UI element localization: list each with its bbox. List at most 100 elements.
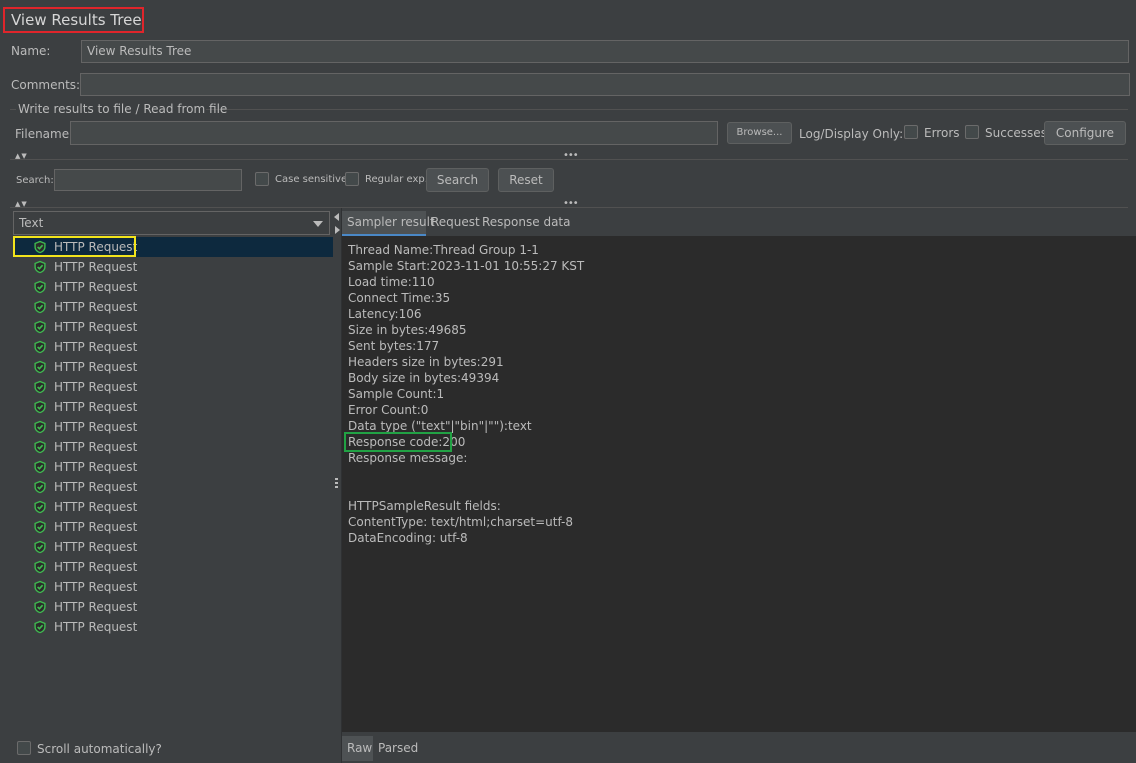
result-line: Connect Time:35 xyxy=(348,291,451,305)
tab-request[interactable]: Request xyxy=(431,211,480,236)
reset-button[interactable]: Reset xyxy=(498,168,554,192)
tree-item[interactable]: HTTP Request xyxy=(13,317,333,337)
result-line: Body size in bytes:49394 xyxy=(348,371,500,385)
result-line: Sample Count:1 xyxy=(348,387,445,401)
shield-check-icon xyxy=(34,320,46,334)
name-field[interactable]: View Results Tree xyxy=(81,40,1129,63)
result-line: ContentType: text/html;charset=utf-8 xyxy=(348,515,573,529)
tree-item-label: HTTP Request xyxy=(54,340,138,354)
split-drag-handle[interactable] xyxy=(335,478,338,490)
search-input[interactable] xyxy=(54,169,242,191)
regular-exp-checkbox[interactable] xyxy=(345,172,359,186)
tree-item[interactable]: HTTP Request xyxy=(13,357,333,377)
renderer-select[interactable]: Text xyxy=(13,211,330,235)
tree-item-label: HTTP Request xyxy=(54,560,138,574)
tab-raw[interactable]: Raw xyxy=(342,736,373,761)
tree-item[interactable]: HTTP Request xyxy=(13,557,333,577)
name-label: Name: xyxy=(11,44,51,58)
browse-button[interactable]: Browse... xyxy=(727,122,792,144)
shield-check-icon xyxy=(34,540,46,554)
configure-button[interactable]: Configure xyxy=(1044,121,1126,145)
tree-item[interactable]: HTTP Request xyxy=(13,297,333,317)
selected-item-highlight xyxy=(13,236,136,257)
tab-sampler-result[interactable]: Sampler result xyxy=(342,211,435,236)
tree-item-label: HTTP Request xyxy=(54,500,138,514)
tree-item-label: HTTP Request xyxy=(54,300,138,314)
successes-checkbox[interactable] xyxy=(965,125,979,139)
search-label: Search: xyxy=(16,175,54,186)
shield-check-icon xyxy=(34,340,46,354)
shield-check-icon xyxy=(34,360,46,374)
tree-item[interactable]: HTTP Request xyxy=(13,577,333,597)
separator-2 xyxy=(10,207,1128,208)
tree-item[interactable]: HTTP Request xyxy=(13,457,333,477)
separator-1 xyxy=(10,159,1128,160)
response-code-highlight xyxy=(344,432,452,452)
result-line: DataEncoding: utf-8 xyxy=(348,531,468,545)
tree-item[interactable]: HTTP Request xyxy=(13,477,333,497)
shield-check-icon xyxy=(34,380,46,394)
tree-item-label: HTTP Request xyxy=(54,380,138,394)
log-display-label: Log/Display Only: xyxy=(799,127,904,141)
shield-check-icon xyxy=(34,500,46,514)
results-tree[interactable]: HTTP Request HTTP Request HTTP Request HTTP… xyxy=(13,237,333,637)
tree-item[interactable]: HTTP Request xyxy=(13,257,333,277)
filename-label: Filename xyxy=(15,127,70,141)
tree-item[interactable]: HTTP Request xyxy=(13,277,333,297)
tree-item-label: HTTP Request xyxy=(54,260,138,274)
errors-checkbox[interactable] xyxy=(904,125,918,139)
renderer-selected-value: Text xyxy=(19,216,44,230)
tree-item-label: HTTP Request xyxy=(54,620,138,634)
tree-item-label: HTTP Request xyxy=(54,420,138,434)
result-line: HTTPSampleResult fields: xyxy=(348,499,501,513)
scroll-auto-label: Scroll automatically? xyxy=(37,742,162,756)
result-line: Load time:110 xyxy=(348,275,435,289)
shield-check-icon xyxy=(34,560,46,574)
shield-check-icon xyxy=(34,520,46,534)
result-line: Error Count:0 xyxy=(348,403,429,417)
tree-item-label: HTTP Request xyxy=(54,600,138,614)
tree-item-label: HTTP Request xyxy=(54,320,138,334)
result-line: Size in bytes:49685 xyxy=(348,323,467,337)
fieldset-border-right xyxy=(206,109,1128,110)
scroll-auto-checkbox[interactable] xyxy=(17,741,31,755)
tree-item[interactable]: HTTP Request xyxy=(13,537,333,557)
search-button[interactable]: Search xyxy=(426,168,489,192)
tab-parsed[interactable]: Parsed xyxy=(378,736,418,761)
tree-item[interactable]: HTTP Request xyxy=(13,597,333,617)
tree-item-label: HTTP Request xyxy=(54,520,138,534)
tree-item[interactable]: HTTP Request xyxy=(13,497,333,517)
tree-item-label: HTTP Request xyxy=(54,580,138,594)
split-left-arrow-icon[interactable] xyxy=(334,213,339,221)
tree-item-label: HTTP Request xyxy=(54,400,138,414)
tree-item[interactable]: HTTP Request xyxy=(13,437,333,457)
tree-item[interactable]: HTTP Request xyxy=(13,417,333,437)
shield-check-icon xyxy=(34,600,46,614)
tree-item-label: HTTP Request xyxy=(54,360,138,374)
case-sensitive-label: Case sensitive xyxy=(275,174,348,185)
sampler-result-text[interactable]: Thread Name:Thread Group 1-1 Sample Start… xyxy=(342,236,1136,732)
tree-item[interactable]: HTTP Request xyxy=(13,617,333,637)
result-line: Response message: xyxy=(348,451,468,465)
split-right-arrow-icon[interactable] xyxy=(335,226,340,234)
filename-field[interactable] xyxy=(70,121,718,145)
tree-item[interactable]: HTTP Request xyxy=(13,517,333,537)
tree-item[interactable]: HTTP Request xyxy=(13,377,333,397)
case-sensitive-checkbox[interactable] xyxy=(255,172,269,186)
tree-item[interactable]: HTTP Request xyxy=(13,337,333,357)
result-line: Headers size in bytes:291 xyxy=(348,355,504,369)
result-line: Sample Start:2023-11-01 10:55:27 KST xyxy=(348,259,585,273)
fieldset-border-left xyxy=(10,109,16,110)
tree-item[interactable]: HTTP Request xyxy=(13,397,333,417)
shield-check-icon xyxy=(34,300,46,314)
result-line: Sent bytes:177 xyxy=(348,339,440,353)
comments-field[interactable] xyxy=(80,73,1130,96)
shield-check-icon xyxy=(34,280,46,294)
shield-check-icon xyxy=(34,620,46,634)
tree-item-label: HTTP Request xyxy=(54,440,138,454)
tree-item-label: HTTP Request xyxy=(54,460,138,474)
shield-check-icon xyxy=(34,580,46,594)
errors-label: Errors xyxy=(924,126,960,140)
tab-response-data[interactable]: Response data xyxy=(482,211,570,236)
regular-exp-label: Regular exp. xyxy=(365,174,428,185)
